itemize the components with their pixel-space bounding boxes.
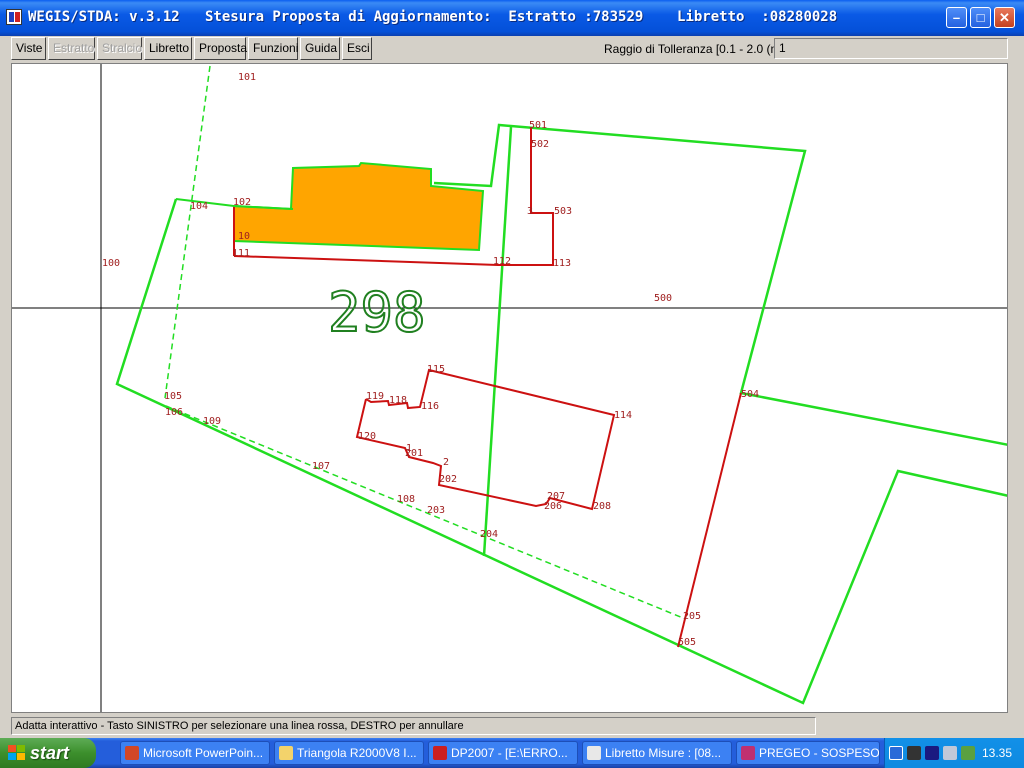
windows-flag-icon xyxy=(8,745,26,761)
taskbar-item-dp2007[interactable]: DP2007 - [E:\ERRO... xyxy=(428,741,578,765)
point-label: 3 xyxy=(527,206,533,217)
red-polygon-115[interactable] xyxy=(355,368,616,511)
point-label: 112 xyxy=(493,256,511,267)
parcel-number[interactable]: 298 xyxy=(327,280,427,345)
title-bar[interactable]: WEGIS/STDA: v.3.12 Stesura Proposta di A… xyxy=(0,0,1024,36)
camera-icon[interactable] xyxy=(907,746,921,760)
point-label: 111 xyxy=(232,248,250,259)
point-label: 105 xyxy=(164,391,182,402)
internal-boundary[interactable] xyxy=(482,126,513,557)
building-shape[interactable] xyxy=(233,161,485,252)
menu-funzioni[interactable]: Funzioni xyxy=(248,37,298,60)
point-labels: 101 100 104 102 10 111 112 113 501 502 3… xyxy=(102,72,759,648)
clock: 13.35 xyxy=(981,746,1012,760)
point-label: 501 xyxy=(529,120,547,131)
dp-icon xyxy=(433,746,447,760)
red-line-504-505[interactable] xyxy=(677,392,742,648)
powerpoint-icon xyxy=(125,746,139,760)
taskbar-item-pregeo[interactable]: PREGEO - SOSPESO... xyxy=(736,741,880,765)
folder-icon xyxy=(279,746,293,760)
dashed-line-106-205[interactable] xyxy=(165,405,684,619)
menu-guida[interactable]: Guida xyxy=(300,37,340,60)
window-title: WEGIS/STDA: v.3.12 Stesura Proposta di A… xyxy=(28,9,838,25)
menu-proposta[interactable]: Proposta xyxy=(194,37,247,60)
point-label: 500 xyxy=(654,293,672,304)
point-label: 102 xyxy=(233,197,251,208)
f-app-icon[interactable] xyxy=(925,746,939,760)
map-canvas[interactable]: 298 101 100 104 102 10 111 112 113 501 5… xyxy=(11,63,1008,713)
app-window: WEGIS/STDA: v.3.12 Stesura Proposta di A… xyxy=(0,0,1024,738)
point-label: 114 xyxy=(614,410,632,421)
menu-stralcio[interactable]: Stralcio xyxy=(97,37,142,60)
parcel-boundary[interactable] xyxy=(115,198,1008,705)
menu-esci[interactable]: Esci xyxy=(342,37,372,60)
point-label: 202 xyxy=(439,474,457,485)
point-label: 505 xyxy=(678,637,696,648)
map-drawing[interactable]: 298 101 100 104 102 10 111 112 113 501 5… xyxy=(12,64,1008,713)
app-icon[interactable] xyxy=(6,9,22,25)
point-label: 108 xyxy=(397,494,415,505)
menu-viste[interactable]: Viste xyxy=(11,37,46,60)
point-label: 109 xyxy=(203,416,221,427)
point-label: 208 xyxy=(593,501,611,512)
notepad-icon xyxy=(587,746,601,760)
start-label: start xyxy=(30,743,70,763)
point-label: 100 xyxy=(102,258,120,269)
point-label: 504 xyxy=(741,389,759,400)
network-icon[interactable] xyxy=(943,746,957,760)
point-label: 201 xyxy=(405,448,423,459)
point-label: 101 xyxy=(238,72,256,83)
point-label: 203 xyxy=(427,505,445,516)
point-label: 113 xyxy=(553,258,571,269)
task-label: DP2007 - [E:\ERRO... xyxy=(451,746,568,760)
k-app-icon[interactable] xyxy=(961,746,975,760)
menu-libretto[interactable]: Libretto xyxy=(144,37,192,60)
taskbar-item-triangola[interactable]: Triangola R2000V8 I... xyxy=(274,741,424,765)
task-label: Libretto Misure : [08... xyxy=(605,746,722,760)
point-label: 205 xyxy=(683,611,701,622)
task-label: Triangola R2000V8 I... xyxy=(297,746,417,760)
taskbar-item-libretto[interactable]: Libretto Misure : [08... xyxy=(582,741,732,765)
point-label: 10 xyxy=(238,231,250,242)
point-label: 204 xyxy=(480,529,498,540)
point-label: 503 xyxy=(554,206,572,217)
point-label: 106 xyxy=(165,407,183,418)
start-button[interactable]: start xyxy=(0,738,96,768)
point-label: 2 xyxy=(443,457,449,468)
point-label: 118 xyxy=(389,395,407,406)
tolerance-label: Raggio di Tolleranza [0.1 - 2.0 (m.)] xyxy=(604,42,792,56)
point-label: 120 xyxy=(358,431,376,442)
task-label: Microsoft PowerPoin... xyxy=(143,746,264,760)
point-label: 107 xyxy=(312,461,330,472)
task-label: PREGEO - SOSPESO... xyxy=(759,746,880,760)
taskbar-item-powerpoint[interactable]: Microsoft PowerPoin... xyxy=(120,741,270,765)
point-label: 206 xyxy=(544,501,562,512)
tray-expand-icon[interactable] xyxy=(889,746,903,760)
parcel-boundary-north[interactable] xyxy=(433,123,1008,446)
taskbar: start Microsoft PowerPoin... Triangola R… xyxy=(0,738,1024,768)
pregeo-icon xyxy=(741,746,755,760)
menu-estratto[interactable]: Estratto xyxy=(48,37,95,60)
maximize-button[interactable]: □ xyxy=(970,7,991,28)
point-label: 116 xyxy=(421,401,439,412)
system-tray: 13.35 xyxy=(884,738,1024,768)
tolerance-input[interactable]: 1 xyxy=(774,38,1008,59)
point-label: 104 xyxy=(190,201,208,212)
point-label: 115 xyxy=(427,364,445,375)
dashed-line-101-105[interactable] xyxy=(164,65,211,399)
minimize-button[interactable]: – xyxy=(946,7,967,28)
point-label: 502 xyxy=(531,139,549,150)
status-bar: Adatta interattivo - Tasto SINISTRO per … xyxy=(11,717,816,735)
point-label: 119 xyxy=(366,391,384,402)
close-button[interactable]: ✕ xyxy=(994,7,1015,28)
